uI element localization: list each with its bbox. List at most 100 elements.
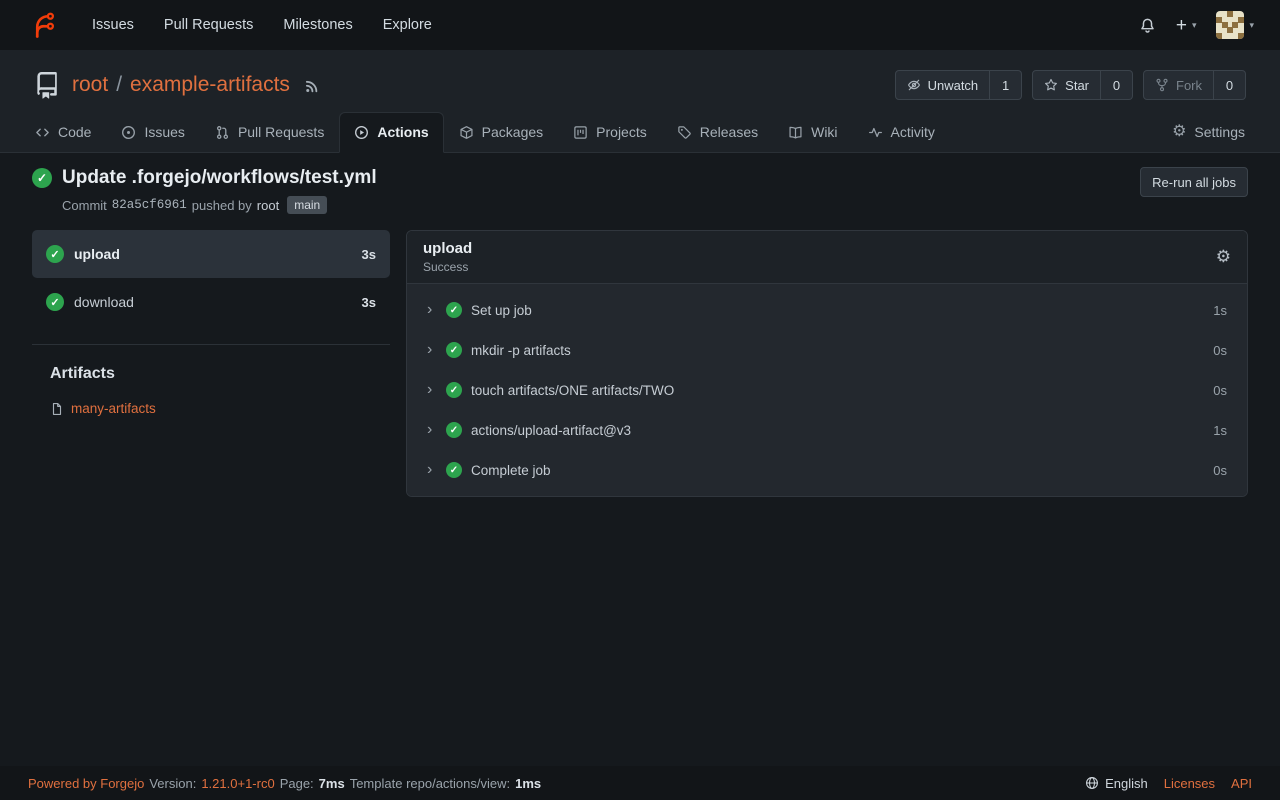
globe-icon <box>1085 776 1099 790</box>
job-duration: 3s <box>362 295 376 310</box>
page-time-value: 7ms <box>319 776 345 791</box>
step-success-icon: ✓ <box>446 462 462 478</box>
job-duration: 3s <box>362 247 376 262</box>
run-title: Update .forgejo/workflows/test.yml <box>62 167 377 189</box>
tab-label: Issues <box>144 124 184 140</box>
commit-sha-link[interactable]: 82a5cf6961 <box>112 198 187 212</box>
footer-left: Powered by Forgejo Version: 1.21.0+1-rc0… <box>28 776 541 791</box>
tab-issues[interactable]: Issues <box>106 112 199 153</box>
tab-releases[interactable]: Releases <box>662 112 773 153</box>
repo-title-row: root / example-artifacts <box>0 70 1280 100</box>
step-row-complete-job[interactable]: › ✓ Complete job 0s <box>407 450 1247 490</box>
rss-icon <box>304 79 319 94</box>
step-row-mkdir[interactable]: › ✓ mkdir -p artifacts 0s <box>407 330 1247 370</box>
top-navbar: Issues Pull Requests Milestones Explore … <box>0 0 1280 50</box>
repo-book-icon <box>34 72 61 99</box>
caret-down-icon: ▾ <box>1192 20 1197 31</box>
unwatch-button[interactable]: Unwatch <box>895 70 991 100</box>
user-menu[interactable]: ▾ <box>1216 11 1254 39</box>
api-link[interactable]: API <box>1231 776 1252 791</box>
footer: Powered by Forgejo Version: 1.21.0+1-rc0… <box>0 766 1280 800</box>
repo-name-link[interactable]: example-artifacts <box>130 73 290 97</box>
footer-right: English Licenses API <box>1085 776 1252 791</box>
chevron-right-icon: › <box>427 342 437 358</box>
star-button[interactable]: Star <box>1032 70 1101 100</box>
forks-count[interactable]: 0 <box>1214 70 1246 100</box>
licenses-link[interactable]: Licenses <box>1164 776 1215 791</box>
fork-button[interactable]: Fork <box>1143 70 1214 100</box>
pulse-icon <box>868 125 883 140</box>
run-header: ✓ Update .forgejo/workflows/test.yml Com… <box>32 167 1248 214</box>
step-success-icon: ✓ <box>446 382 462 398</box>
step-success-icon: ✓ <box>446 342 462 358</box>
artifact-name: many-artifacts <box>71 401 156 416</box>
job-detail-card: upload Success ⚙ › ✓ Set up job 1s › ✓ m… <box>406 230 1248 497</box>
stars-count[interactable]: 0 <box>1101 70 1133 100</box>
step-label: mkdir -p artifacts <box>471 343 571 358</box>
forgejo-logo[interactable] <box>26 10 56 40</box>
repo-owner-link[interactable]: root <box>72 73 108 97</box>
tab-pull-requests[interactable]: Pull Requests <box>200 112 339 153</box>
eye-off-icon <box>907 78 921 92</box>
repo-header: root / example-artifacts <box>0 50 1280 153</box>
tab-wiki[interactable]: Wiki <box>773 112 852 153</box>
powered-by-link[interactable]: Powered by Forgejo <box>28 776 144 791</box>
version-link[interactable]: 1.21.0+1-rc0 <box>201 776 274 791</box>
tab-settings[interactable]: ⚙ Settings <box>1157 112 1260 153</box>
star-label: Star <box>1065 78 1089 93</box>
run-success-icon: ✓ <box>32 168 52 188</box>
book-icon <box>788 125 803 140</box>
tab-code[interactable]: Code <box>20 112 106 153</box>
avatar-identicon <box>1216 11 1244 39</box>
chevron-right-icon: › <box>427 302 437 318</box>
plus-icon: + <box>1176 16 1187 35</box>
job-options-gear-icon[interactable]: ⚙ <box>1216 247 1231 267</box>
nav-milestones[interactable]: Milestones <box>271 11 364 39</box>
caret-down-icon: ▾ <box>1249 20 1254 31</box>
chevron-right-icon: › <box>427 422 437 438</box>
nav-pull-requests[interactable]: Pull Requests <box>152 11 265 39</box>
tab-packages[interactable]: Packages <box>444 112 558 153</box>
commit-label: Commit <box>62 198 107 213</box>
branch-badge[interactable]: main <box>287 196 327 214</box>
tab-projects[interactable]: Projects <box>558 112 662 153</box>
watchers-count[interactable]: 1 <box>990 70 1022 100</box>
job-card-title-block: upload Success <box>423 240 472 274</box>
step-duration: 1s <box>1213 303 1227 318</box>
tab-activity[interactable]: Activity <box>853 112 950 153</box>
template-time-label: Template repo/actions/view: <box>350 776 510 791</box>
page-time-label: Page: <box>280 776 314 791</box>
artifacts-title: Artifacts <box>50 365 390 383</box>
unwatch-label: Unwatch <box>928 78 979 93</box>
job-item-upload[interactable]: ✓ upload 3s <box>32 230 390 278</box>
step-row-set-up-job[interactable]: › ✓ Set up job 1s <box>407 290 1247 330</box>
notifications-button[interactable] <box>1139 17 1156 34</box>
step-label: Complete job <box>471 463 551 478</box>
tab-actions[interactable]: Actions <box>339 112 443 153</box>
step-row-upload-artifact[interactable]: › ✓ actions/upload-artifact@v3 1s <box>407 410 1247 450</box>
main-nav: Issues Pull Requests Milestones Explore <box>80 11 444 39</box>
tab-label: Projects <box>596 124 647 140</box>
job-item-download[interactable]: ✓ download 3s <box>32 278 390 326</box>
step-row-touch[interactable]: › ✓ touch artifacts/ONE artifacts/TWO 0s <box>407 370 1247 410</box>
forgejo-logo-icon <box>26 10 56 40</box>
package-icon <box>459 125 474 140</box>
star-button-group: Star 0 <box>1032 70 1133 100</box>
language-selector[interactable]: English <box>1085 776 1148 791</box>
author-link[interactable]: root <box>257 198 279 213</box>
tab-label: Pull Requests <box>238 124 324 140</box>
create-new-button[interactable]: + ▾ <box>1176 16 1197 35</box>
fork-icon <box>1155 78 1169 92</box>
pull-request-icon <box>215 125 230 140</box>
artifact-link-many-artifacts[interactable]: many-artifacts <box>50 401 156 416</box>
nav-issues[interactable]: Issues <box>80 11 146 39</box>
step-duration: 0s <box>1213 343 1227 358</box>
rerun-all-jobs-button[interactable]: Re-run all jobs <box>1140 167 1248 197</box>
gear-icon: ⚙ <box>1172 124 1186 140</box>
nav-explore[interactable]: Explore <box>371 11 444 39</box>
version-label: Version: <box>149 776 196 791</box>
template-time-value: 1ms <box>515 776 541 791</box>
rss-feed-button[interactable] <box>304 79 319 94</box>
step-label: Set up job <box>471 303 532 318</box>
jobs-sidebar: ✓ upload 3s ✓ download 3s Artifacts <box>32 230 390 419</box>
